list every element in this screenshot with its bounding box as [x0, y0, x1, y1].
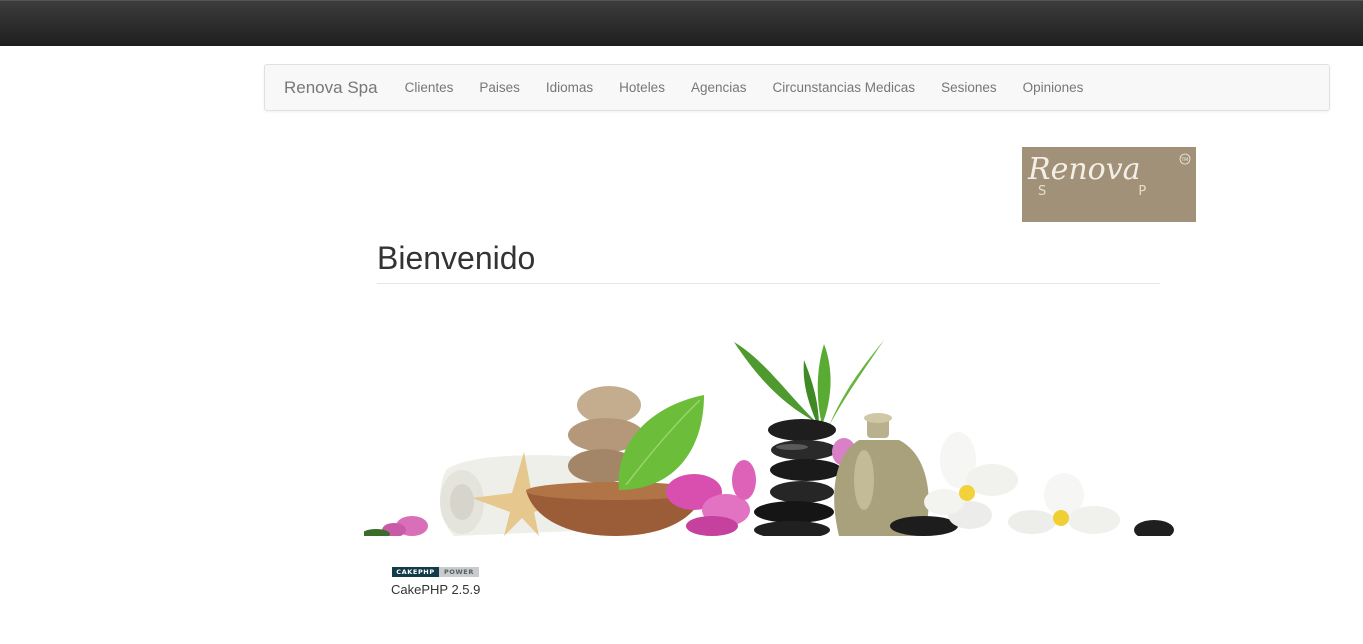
spa-banner-image	[364, 330, 1174, 536]
page-title: Bienvenido	[377, 240, 536, 276]
nav-item-circunstancias-medicas[interactable]: Circunstancias Medicas	[760, 80, 929, 95]
nav-item-agencias[interactable]: Agencias	[678, 80, 760, 95]
renova-spa-logo: Renova TM S P A	[1022, 147, 1196, 222]
nav-item-opiniones[interactable]: Opiniones	[1010, 80, 1097, 95]
logo-subtext: S P A	[1038, 184, 1196, 199]
nav-item-sesiones[interactable]: Sesiones	[928, 80, 1010, 95]
nav-item-clientes[interactable]: Clientes	[392, 80, 467, 95]
top-bar	[0, 0, 1363, 46]
badge-right: POWER	[439, 567, 479, 577]
title-divider	[377, 283, 1160, 284]
cakephp-version: CakePHP 2.5.9	[391, 582, 481, 597]
cakephp-power-badge[interactable]: CAKEPHP POWER	[392, 567, 479, 577]
logo-text: Renova	[1027, 152, 1141, 187]
badge-left: CAKEPHP	[392, 567, 439, 577]
nav-item-hoteles[interactable]: Hoteles	[606, 80, 678, 95]
nav-item-paises[interactable]: Paises	[466, 80, 533, 95]
svg-text:TM: TM	[1181, 157, 1189, 163]
nav-item-idiomas[interactable]: Idiomas	[533, 80, 606, 95]
navbar-brand[interactable]: Renova Spa	[284, 78, 378, 98]
navbar: Renova Spa Clientes Paises Idiomas Hotel…	[264, 64, 1330, 111]
